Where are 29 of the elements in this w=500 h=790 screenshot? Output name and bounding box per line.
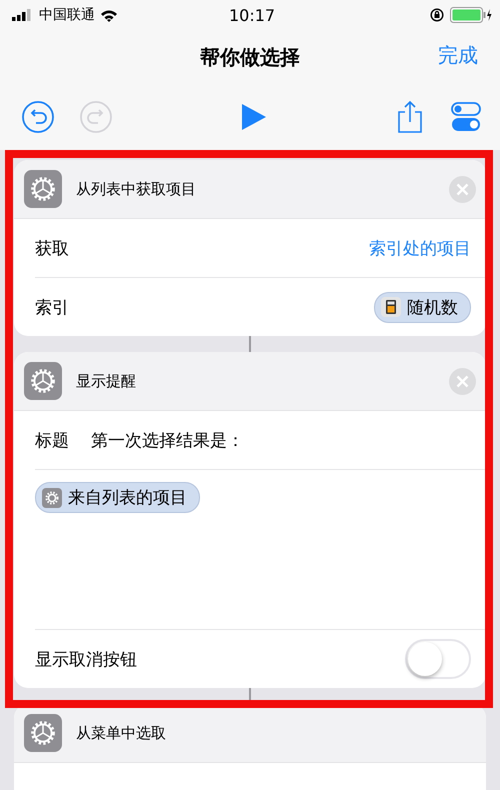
calculator-icon	[381, 297, 401, 317]
undo-icon	[21, 100, 55, 134]
undo-button[interactable]	[20, 99, 56, 135]
title-field[interactable]: 第一次选择结果是：	[91, 428, 471, 452]
parameter-value[interactable]: 索引处的项目	[369, 236, 471, 260]
parameter-label: 索引	[35, 296, 70, 318]
toggle-switch[interactable]	[405, 639, 471, 679]
close-icon	[456, 374, 469, 388]
settings-icon	[449, 100, 483, 134]
parameter-label: 获取	[35, 238, 70, 260]
parameter-label: 显示取消按钮	[35, 648, 138, 670]
wifi-icon	[100, 8, 118, 22]
status-time: 10:17	[228, 6, 276, 24]
action-title: 显示提醒	[76, 372, 137, 390]
shortcut-title: 帮你做选择	[200, 44, 300, 70]
rotation-lock-icon	[430, 8, 444, 22]
variable-token[interactable]: 随机数	[374, 292, 471, 322]
action-title: 从列表中获取项目	[76, 180, 197, 198]
parameter-label: 标题	[35, 430, 69, 452]
carrier-name: 中国联通	[39, 6, 95, 24]
gear-icon	[24, 714, 62, 752]
close-icon	[456, 182, 469, 196]
gear-icon	[24, 170, 62, 208]
action-title: 从菜单中选取	[76, 724, 167, 742]
redo-icon	[79, 100, 113, 134]
variable-token[interactable]: 来自列表的项目	[35, 482, 200, 513]
gear-icon	[42, 488, 62, 508]
gear-icon	[24, 362, 62, 400]
battery-icon	[450, 7, 492, 23]
